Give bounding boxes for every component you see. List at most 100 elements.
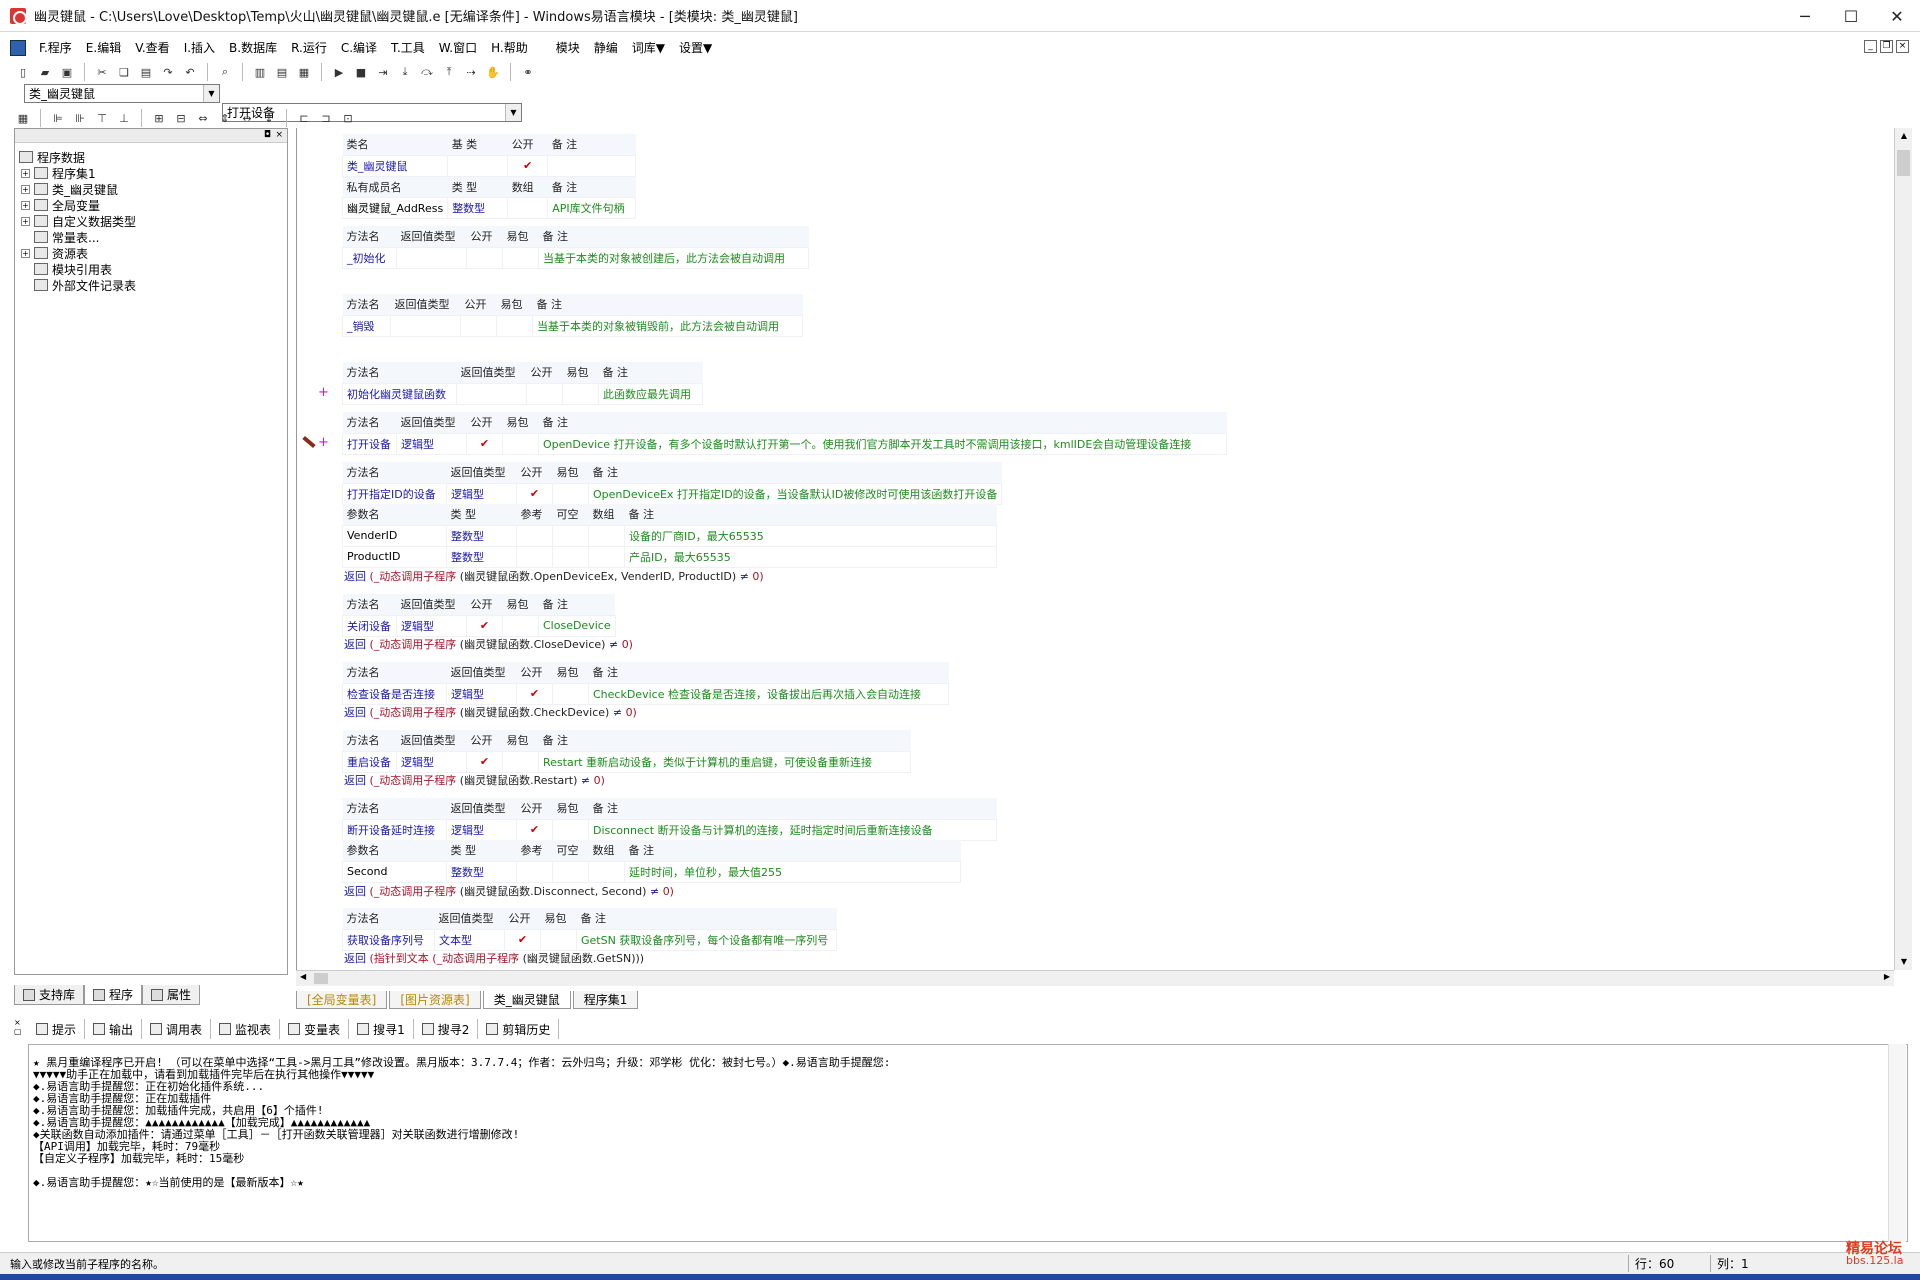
menu-module[interactable]: 模块 [549, 38, 587, 58]
find-icon[interactable]: ⌕ [216, 63, 234, 81]
member-name-cell[interactable]: 幽灵键鼠_AddRess [341, 196, 449, 219]
tab-program[interactable]: 程序 [84, 985, 143, 1005]
check-icon[interactable]: ✔ [516, 682, 553, 705]
mdi-restore-icon[interactable]: ❐ [1880, 40, 1893, 53]
panel-close-icon[interactable]: × [275, 129, 283, 142]
menu-help[interactable]: H.帮助 [484, 38, 535, 58]
tree-item[interactable]: + 类_幽灵键鼠 [19, 181, 287, 197]
run-to-cursor-icon[interactable]: ⇢ [462, 63, 480, 81]
step-icon[interactable]: ⇥ [374, 63, 392, 81]
check-icon[interactable]: ✔ [516, 818, 553, 841]
menu-insert[interactable]: I.插入 [177, 38, 222, 58]
code-line-return[interactable]: 返回 (_动态调用子程序 (幽灵键鼠函数.CloseDevice) ≠ 0) [344, 635, 633, 655]
align-top-icon[interactable]: ⊤ [93, 109, 111, 127]
code-line-return[interactable]: 返回 (指针到文本 (_动态调用子程序 (幽灵键鼠函数.GetSN))) [344, 949, 644, 969]
chevron-down-icon[interactable]: ▼ [505, 104, 521, 121]
same-width-icon[interactable]: ⇔ [194, 109, 212, 127]
open-folder-icon[interactable]: ▰ [36, 63, 54, 81]
menu-run[interactable]: R.运行 [284, 38, 334, 58]
output-panel[interactable]: ★ 黑月重编译程序已开启! （可以在菜单中选择“工具->黑月工具”修改设置。黑月… [28, 1044, 1908, 1242]
step-into-icon[interactable]: ⤓ [396, 63, 414, 81]
add-icon[interactable]: + [318, 385, 329, 400]
menu-view[interactable]: V.查看 [128, 38, 176, 58]
check-icon[interactable]: ✔ [466, 614, 503, 637]
tree-item[interactable]: + 自定义数据类型 [19, 213, 287, 229]
tab-assembly[interactable]: 程序集1 [572, 991, 639, 1009]
tab-global-vars[interactable]: [全局变量表] [296, 991, 388, 1009]
lock-v-icon[interactable]: ⊐ [317, 109, 335, 127]
tree-item[interactable]: + 程序集1 [19, 165, 287, 181]
check-icon[interactable]: ✔ [507, 154, 549, 177]
lock-h-icon[interactable]: ⊏ [295, 109, 313, 127]
center-h-icon[interactable]: ⊞ [150, 109, 168, 127]
menu-lexicon[interactable]: 词库▼ [625, 38, 672, 58]
editor-vertical-scrollbar[interactable]: ▲ ▼ [1894, 128, 1912, 970]
space-v-icon[interactable]: ↕ [260, 109, 278, 127]
layout-a-icon[interactable]: ▥ [251, 63, 269, 81]
cut-icon[interactable]: ✂ [93, 63, 111, 81]
tab-support-library[interactable]: 支持库 [14, 985, 85, 1005]
check-icon[interactable]: ✔ [504, 928, 541, 951]
copy-icon[interactable]: ❏ [115, 63, 133, 81]
tree-item[interactable]: 程序数据 [19, 149, 287, 165]
expand-icon[interactable]: + [21, 184, 30, 194]
scroll-left-icon[interactable]: ◀ [300, 972, 306, 981]
tree-item[interactable]: + 全局变量 [19, 197, 287, 213]
menu-static-compile[interactable]: 静编 [587, 38, 625, 58]
mdi-close-icon[interactable]: × [1896, 40, 1909, 53]
align-grid-icon[interactable]: ▦ [14, 109, 32, 127]
same-height-icon[interactable]: ⇕ [216, 109, 234, 127]
expand-icon[interactable]: + [21, 168, 30, 178]
scroll-down-icon[interactable]: ▼ [1895, 954, 1913, 970]
tree-item[interactable]: + 资源表 [19, 245, 287, 261]
check-icon[interactable]: ✔ [466, 432, 503, 455]
editor-horizontal-scrollbar[interactable]: ◀ ▶ [296, 970, 1894, 986]
tab-properties[interactable]: 属性 [142, 985, 201, 1005]
new-file-icon[interactable]: ▯ [14, 63, 32, 81]
scroll-thumb[interactable] [314, 973, 328, 984]
hand-icon[interactable]: ✋ [484, 63, 502, 81]
tree-item[interactable]: 模块引用表 [19, 261, 287, 277]
check-icon[interactable]: ✔ [466, 750, 503, 773]
tab-search2[interactable]: 搜寻2 [414, 1019, 479, 1039]
code-line-return[interactable]: 返回 (_动态调用子程序 (幽灵键鼠函数.Disconnect, Second)… [344, 882, 674, 902]
chevron-down-icon[interactable]: ▼ [203, 85, 219, 102]
center-v-icon[interactable]: ⊟ [172, 109, 190, 127]
tab-variables[interactable]: 变量表 [280, 1019, 350, 1039]
tab-output[interactable]: 输出 [85, 1019, 143, 1039]
expand-icon[interactable]: + [21, 248, 30, 258]
space-h-icon[interactable]: ↔ [238, 109, 256, 127]
class-name-cell[interactable]: 类_幽灵键鼠 [341, 154, 449, 177]
menu-database[interactable]: B.数据库 [222, 38, 284, 58]
class-combo[interactable]: 类_幽灵键鼠 ▼ [24, 84, 220, 103]
expand-icon[interactable]: + [21, 200, 30, 210]
menu-program[interactable]: F.程序 [32, 38, 79, 58]
menu-settings[interactable]: 设置▼ [672, 38, 719, 58]
lock-all-icon[interactable]: ⊡ [339, 109, 357, 127]
add-icon[interactable]: + [318, 435, 329, 450]
align-left-icon[interactable]: ⊫ [49, 109, 67, 127]
tab-call-stack[interactable]: 调用表 [142, 1019, 212, 1039]
menu-tools[interactable]: T.工具 [384, 38, 432, 58]
redo-icon[interactable]: ↷ [159, 63, 177, 81]
layout-c-icon[interactable]: ▦ [295, 63, 313, 81]
pin-icon[interactable]: ◘ [264, 129, 271, 142]
menu-window[interactable]: W.窗口 [432, 38, 484, 58]
close-button[interactable]: ✕ [1874, 0, 1920, 32]
align-right-icon[interactable]: ⊪ [71, 109, 89, 127]
check-icon[interactable]: ✔ [516, 482, 553, 505]
layout-b-icon[interactable]: ▤ [273, 63, 291, 81]
document-icon[interactable] [10, 40, 26, 56]
step-over-icon[interactable]: ⤼ [418, 63, 436, 81]
output-panel-pin[interactable]: × ▢ [14, 1018, 22, 1044]
tab-clip-history[interactable]: 剪辑历史 [478, 1019, 560, 1039]
tab-class-module[interactable]: 类_幽灵键鼠 [482, 991, 571, 1009]
menu-compile[interactable]: C.编译 [334, 38, 384, 58]
code-line-return[interactable]: 返回 (_动态调用子程序 (幽灵键鼠函数.OpenDeviceEx, Vende… [344, 567, 764, 587]
scroll-right-icon[interactable]: ▶ [1884, 972, 1890, 981]
scroll-thumb[interactable] [1897, 150, 1910, 176]
run-icon[interactable]: ▶ [330, 63, 348, 81]
code-line-return[interactable]: 返回 (_动态调用子程序 (幽灵键鼠函数.CheckDevice) ≠ 0) [344, 703, 637, 723]
undo-icon[interactable]: ↶ [181, 63, 199, 81]
maximize-button[interactable]: ☐ [1828, 0, 1874, 32]
